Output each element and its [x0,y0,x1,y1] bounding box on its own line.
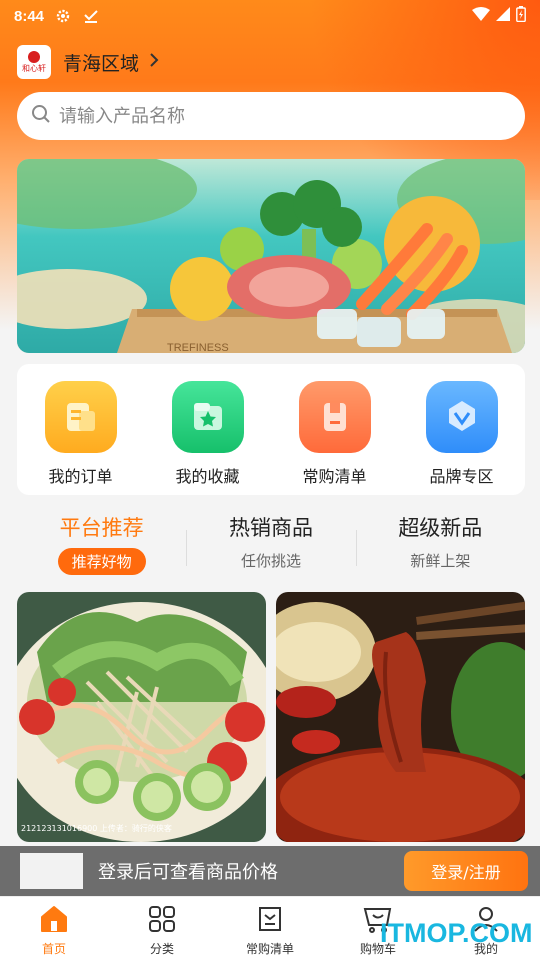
quick-link-label: 我的收藏 [175,467,240,486]
thumbnail-placeholder [20,853,83,889]
quick-link-label: 常购清单 [302,467,367,486]
search-icon [31,104,51,128]
login-register-button[interactable]: 登录/注册 [404,851,528,891]
quick-link-favorites[interactable]: 我的收藏 [153,381,263,487]
quick-link-orders[interactable]: 我的订单 [26,381,136,487]
promo-banner[interactable]: TREFINESS [17,159,525,353]
nav-label: 常购清单 [245,942,294,956]
product-card-salad[interactable]: 212123131016900 上传者：骑行的侠客 [17,592,266,842]
category-icon [148,905,176,937]
signal-icon [496,7,510,25]
search-input[interactable] [59,105,479,127]
tab-subtitle: 任你挑选 [240,552,301,570]
svg-text:TREFINESS: TREFINESS [167,342,229,353]
list-icon [256,905,284,937]
login-prompt-text: 登录后可查看商品价格 [98,862,278,883]
tab-divider [355,530,357,566]
quick-link-label: 品牌专区 [429,467,494,486]
nav-item-category[interactable]: 分类 [108,897,216,960]
site-watermark: ITMOP.COM [380,918,533,948]
tab-title: 热销商品 [228,516,313,540]
favorite-icon [171,381,244,453]
product-grid: 212123131016900 上传者：骑行的侠客 [17,592,525,842]
order-icon [44,381,117,453]
chevron-right-icon [149,52,159,72]
quick-link-brands[interactable]: 品牌专区 [407,381,517,487]
status-time: 8:44 [14,7,45,25]
product-tabs: 平台推荐 推荐好物 热销商品 任你挑选 超级新品 新鲜上架 [17,512,525,582]
login-prompt-bar: 登录后可查看商品价格 登录/注册 [0,846,540,896]
region-name: 青海区域 [63,52,140,75]
salad-image [17,592,266,842]
tab-platform-recommend[interactable]: 平台推荐 推荐好物 [17,512,186,582]
tab-subtitle-badge: 推荐好物 [57,548,146,575]
banner-illustration: TREFINESS [17,159,525,353]
settings-icon [54,7,72,25]
tab-new-products[interactable]: 超级新品 新鲜上架 [355,512,525,582]
list-icon [298,381,371,453]
tab-subtitle: 新鲜上架 [410,552,471,570]
quick-link-label: 我的订单 [48,467,113,486]
brand-icon [425,381,498,453]
brand-logo: 和心轩 [17,45,51,79]
tab-title: 平台推荐 [59,516,144,540]
tab-divider [186,530,188,566]
status-bar: 8:44 [0,0,540,32]
battery-icon [516,6,526,26]
spicy-beef-image [276,592,525,842]
nav-label: 首页 [41,942,66,956]
tab-hot-sale[interactable]: 热销商品 任你挑选 [186,512,355,582]
nav-item-home[interactable]: 首页 [0,897,108,960]
product-card-spicy-beef[interactable] [276,592,525,842]
tab-title: 超级新品 [398,516,483,540]
region-selector[interactable]: 和心轩 青海区域 [17,44,159,80]
quick-link-frequent-list[interactable]: 常购清单 [280,381,390,487]
search-bar[interactable] [17,92,525,140]
home-icon [39,905,69,937]
nav-label: 分类 [149,942,174,956]
download-done-icon [82,7,100,25]
image-watermark: 212123131016900 上传者：骑行的侠客 [21,824,172,833]
nav-item-frequent-list[interactable]: 常购清单 [216,897,324,960]
quick-links: 我的订单 我的收藏 常购清单 品牌专区 [17,364,525,495]
wifi-icon [472,7,490,25]
